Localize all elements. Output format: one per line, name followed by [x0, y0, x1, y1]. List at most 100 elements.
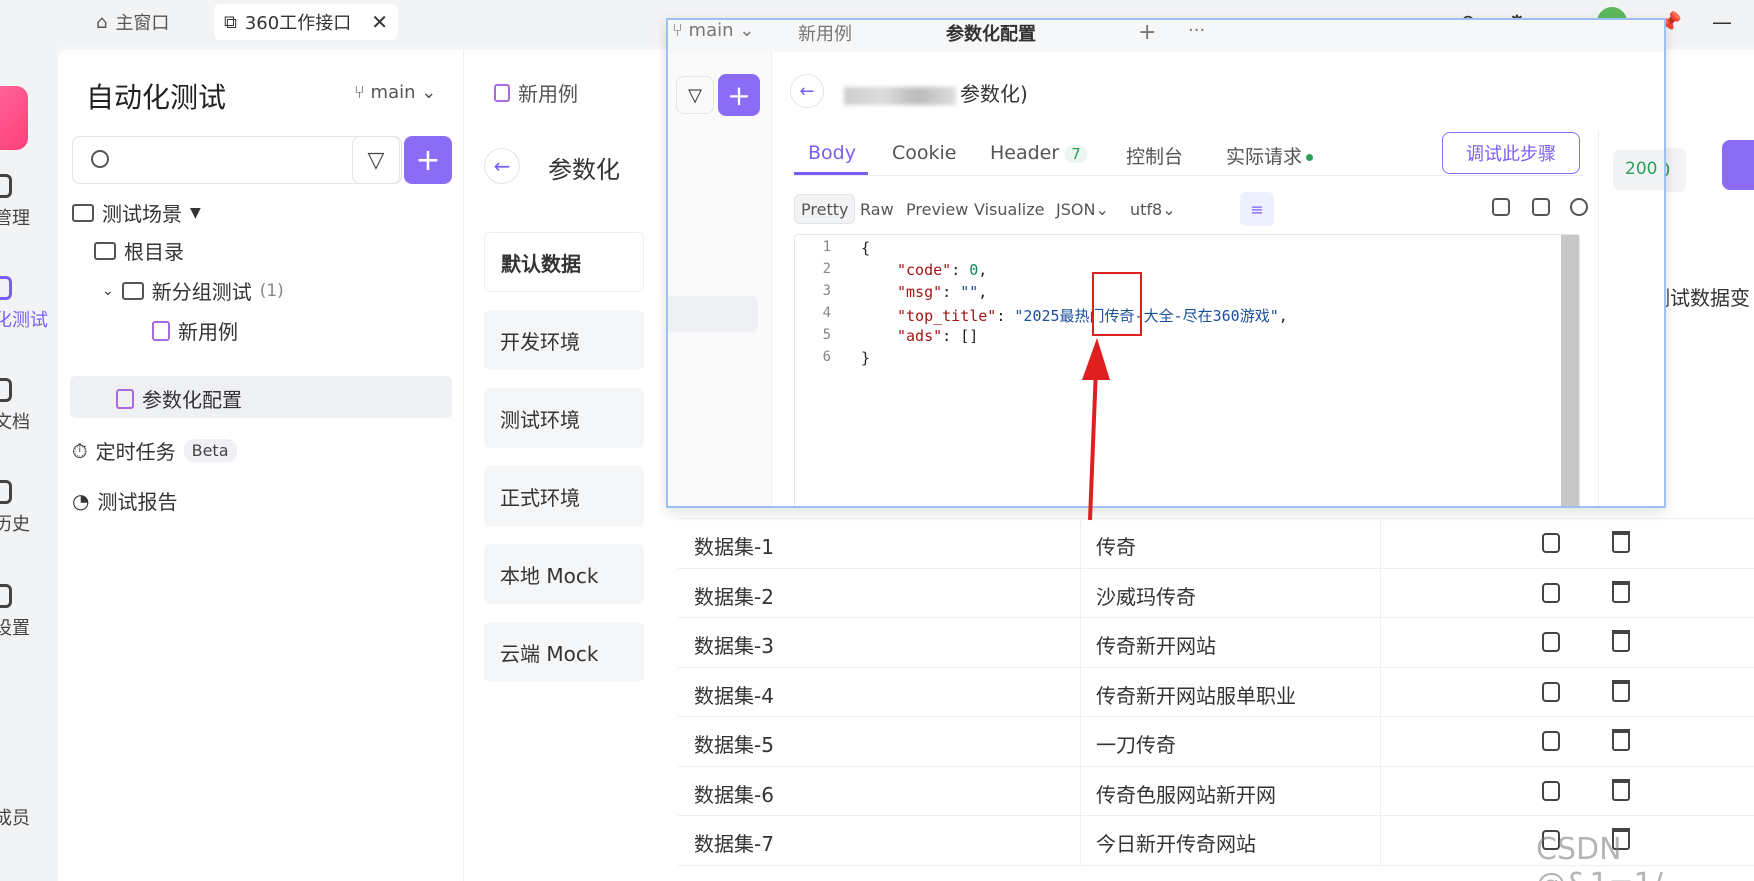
beta-badge: Beta: [183, 439, 237, 462]
tab-cookie[interactable]: Cookie: [892, 142, 957, 164]
popup-branch[interactable]: ⑂ main ⌄: [672, 20, 754, 41]
tab-new-case[interactable]: 新用例: [494, 78, 578, 107]
run-button[interactable]: [1722, 140, 1754, 190]
filter-button[interactable]: ▽: [676, 76, 714, 114]
watermark: CSDN @&1=1/: [1536, 832, 1663, 881]
view-raw[interactable]: Raw: [854, 194, 900, 224]
add-button[interactable]: +: [718, 74, 760, 116]
debug-step-button[interactable]: 调试此步骤: [1442, 132, 1580, 174]
filter-button[interactable]: ▽: [352, 136, 400, 184]
popup-title: 参数化): [844, 78, 1028, 107]
table-row: 数据集-2 沙威玛传奇: [678, 568, 1754, 618]
table-row: 数据集-3 传奇新开网站: [678, 618, 1754, 668]
docs-icon: [0, 378, 12, 402]
rail-item-manage[interactable]: 管理: [0, 174, 58, 230]
tree-case[interactable]: 新用例: [152, 316, 238, 345]
download-icon[interactable]: [1492, 198, 1510, 216]
search-icon[interactable]: [1570, 198, 1588, 216]
env-item[interactable]: 云端 Mock: [484, 622, 644, 682]
response-code-editor[interactable]: 1 2 3 4 5 6 { "code": 0, "msg": "", "top…: [794, 234, 1580, 506]
add-button[interactable]: +: [404, 136, 452, 184]
page-title: 自动化测试: [86, 81, 227, 114]
wrap-icon[interactable]: ≡: [1240, 192, 1274, 226]
trash-icon[interactable]: [1612, 729, 1630, 751]
tab-home[interactable]: ⌂ 主窗口: [96, 4, 169, 40]
blurred-text: [844, 86, 956, 105]
popup-tab-case[interactable]: 新用例: [798, 20, 852, 46]
active-tab-indicator: [794, 172, 868, 175]
format-select[interactable]: JSON ⌄: [1050, 194, 1115, 224]
trash-icon[interactable]: [1612, 679, 1630, 702]
popup-right-panel: 200: [1598, 130, 1664, 506]
rail-item-docs[interactable]: 文档: [0, 378, 58, 434]
more-icon[interactable]: ···: [1188, 20, 1205, 41]
tree-report[interactable]: ◔ 测试报告: [72, 486, 177, 515]
env-item[interactable]: 默认数据: [484, 232, 644, 292]
rail-item-history[interactable]: 历史: [0, 480, 58, 536]
rail-item-autotest[interactable]: 化测试: [0, 276, 58, 332]
nav-rail: 管理 化测试 文档 历史 设置 成员: [0, 44, 58, 881]
tab-body[interactable]: Body: [808, 142, 856, 164]
code-line: {: [861, 239, 871, 257]
autotest-icon: [0, 276, 12, 300]
copy-icon[interactable]: [1542, 632, 1560, 652]
external-link-icon: ⧉: [224, 11, 237, 33]
view-visualize[interactable]: Visualize: [968, 194, 1050, 224]
popup-tab-strip: ⑂ main ⌄ 新用例 参数化配置 + ···: [668, 20, 1664, 52]
view-preview[interactable]: Preview: [900, 194, 974, 224]
tree-param[interactable]: 参数化配置: [116, 384, 242, 413]
scrollbar[interactable]: [1561, 235, 1579, 506]
back-button[interactable]: ←: [790, 74, 824, 108]
tree-scenes[interactable]: 测试场景 ▼: [72, 198, 201, 227]
trash-icon[interactable]: [1612, 531, 1630, 553]
testcase-icon: [494, 83, 510, 102]
table-row: 数据集-6 传奇色服网站新开网: [678, 766, 1754, 816]
add-tab-icon[interactable]: +: [1138, 20, 1156, 45]
tab-console[interactable]: 控制台: [1126, 142, 1183, 169]
table-row: 数据集-4 传奇新开网站服单职业: [678, 667, 1754, 717]
branch-selector[interactable]: ⑂ main ⌄: [354, 82, 436, 103]
header-count-badge: 7: [1065, 145, 1087, 163]
code-line: "msg": "",: [897, 283, 988, 301]
rail-item-members[interactable]: 成员: [0, 804, 58, 830]
project-sidebar: 自动化测试 ⑂ main ⌄ ▽ + 测试场景 ▼ 根目录 ⌄ 新分组测试 (1…: [58, 50, 464, 881]
dataset-table: 数据集-1 传奇 数据集-2 沙威玛传奇 数据集-3 传奇新开网站 数据集-4 传奇新开…: [678, 518, 1754, 866]
tab-header[interactable]: Header 7: [990, 142, 1087, 164]
close-tab-icon[interactable]: ✕: [371, 10, 388, 34]
copy-icon[interactable]: [1542, 780, 1560, 801]
gear-icon: [0, 584, 12, 608]
copy-icon[interactable]: [1542, 731, 1560, 751]
environment-column: 新用例 ← 参数化 默认数据 开发环境 测试环境 正式环境 本地 Mock 云端…: [464, 50, 644, 881]
back-button[interactable]: ←: [484, 148, 520, 184]
copy-icon[interactable]: [1542, 533, 1560, 553]
table-row: 数据集-1 传奇: [678, 519, 1754, 569]
copy-icon[interactable]: [1542, 582, 1560, 603]
manage-icon: [0, 174, 12, 198]
copy-icon[interactable]: [1532, 198, 1550, 216]
trash-icon[interactable]: [1612, 580, 1630, 603]
env-item[interactable]: 本地 Mock: [484, 544, 644, 604]
highlight-box: [1092, 272, 1142, 336]
trash-icon[interactable]: [1612, 630, 1630, 652]
filter-icon: ▽: [688, 84, 702, 106]
caret-down-icon: ▼: [190, 204, 201, 221]
tree-root[interactable]: 根目录: [94, 236, 184, 265]
rail-item-settings[interactable]: 设置: [0, 584, 58, 640]
home-icon: ⌂: [96, 11, 108, 33]
minimize-icon[interactable]: —: [1712, 10, 1732, 34]
tree-group[interactable]: ⌄ 新分组测试 (1): [102, 276, 284, 305]
env-item[interactable]: 正式环境: [484, 466, 644, 526]
chevron-down-icon: ⌄: [102, 282, 114, 299]
annotation-arrow: [1082, 338, 1110, 521]
popup-tab-param[interactable]: 参数化配置: [946, 20, 1036, 46]
tab-actual-request[interactable]: 实际请求: [1226, 142, 1314, 169]
encoding-select[interactable]: utf8 ⌄: [1124, 194, 1182, 224]
copy-icon[interactable]: [1542, 681, 1560, 702]
tree-scheduled[interactable]: ⏱ 定时任务 Beta: [72, 436, 237, 465]
view-pretty[interactable]: Pretty: [794, 194, 856, 224]
trash-icon[interactable]: [1612, 778, 1630, 801]
env-item[interactable]: 测试环境: [484, 388, 644, 448]
env-item[interactable]: 开发环境: [484, 310, 644, 370]
section-title: 参数化: [548, 156, 620, 184]
tab-project[interactable]: ⧉ 360工作接口 ✕: [214, 4, 398, 40]
